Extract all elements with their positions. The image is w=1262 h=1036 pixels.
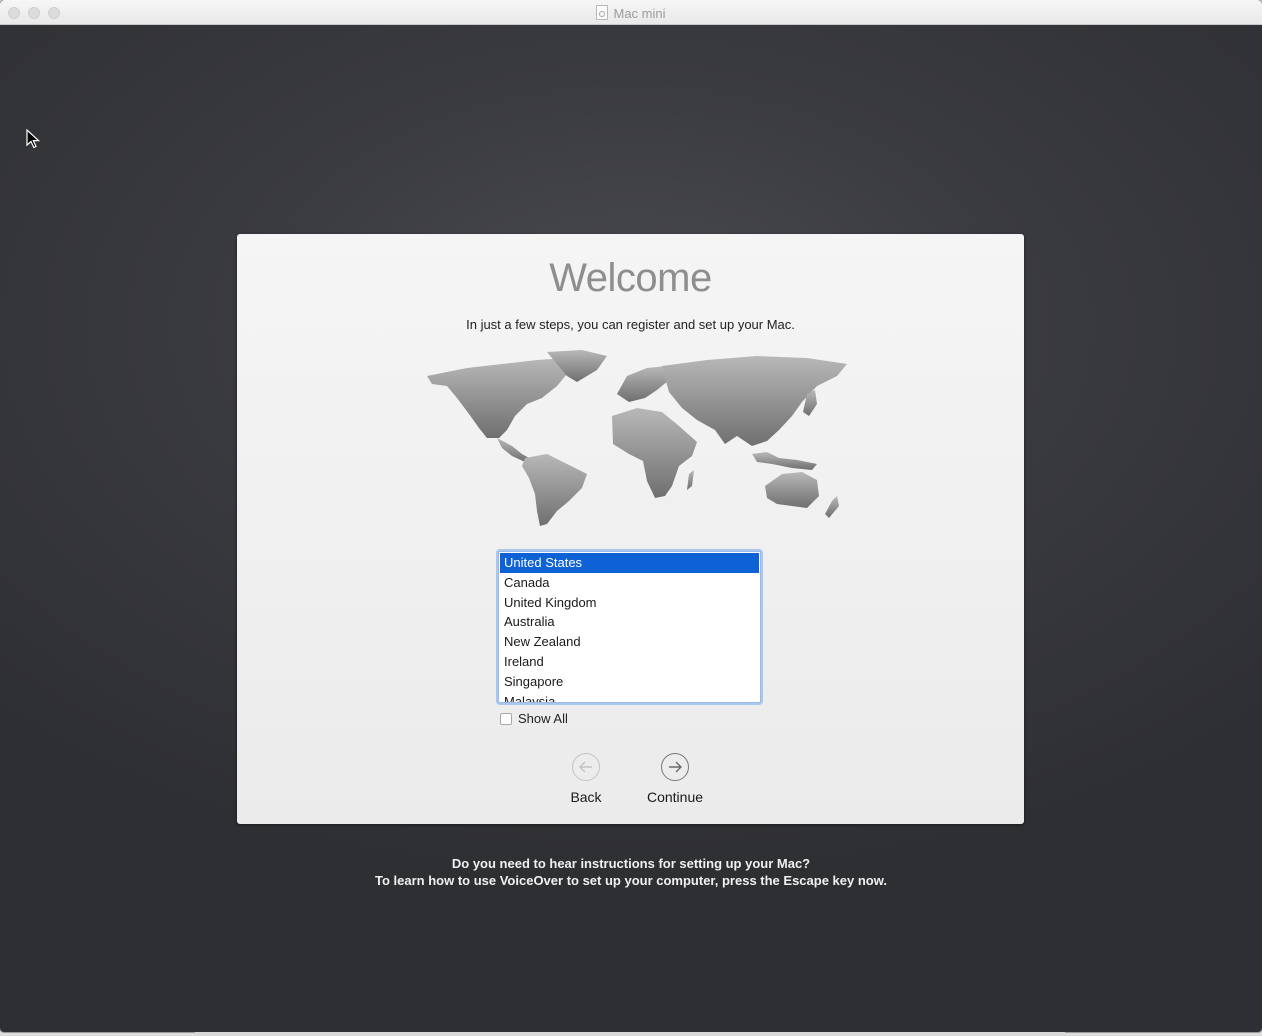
window-title-wrap: Mac mini xyxy=(0,5,1262,21)
voiceover-line-2: To learn how to use VoiceOver to set up … xyxy=(375,873,887,888)
voiceover-instructions: Do you need to hear instructions for set… xyxy=(0,855,1262,889)
map-south-america xyxy=(522,454,587,526)
country-listbox[interactable]: United States Canada United Kingdom Aust… xyxy=(498,551,761,703)
country-option[interactable]: United Kingdom xyxy=(499,593,760,613)
country-option[interactable]: Ireland xyxy=(499,652,760,672)
arrow-left-circle-icon xyxy=(572,753,600,781)
show-all-checkbox[interactable] xyxy=(500,712,512,725)
country-option[interactable]: Canada xyxy=(499,573,760,593)
welcome-subtitle: In just a few steps, you can register an… xyxy=(466,317,795,332)
document-icon xyxy=(596,5,609,20)
map-new-zealand xyxy=(825,496,839,518)
map-europe xyxy=(617,366,669,402)
show-all-label: Show All xyxy=(518,711,568,726)
back-button[interactable]: Back xyxy=(563,753,609,805)
welcome-panel: Welcome In just a few steps, you can reg… xyxy=(237,234,1024,824)
show-all-toggle[interactable]: Show All xyxy=(500,711,568,726)
window-title: Mac mini xyxy=(613,6,666,21)
arrow-right-circle-icon xyxy=(661,753,689,781)
country-option[interactable]: New Zealand xyxy=(499,632,760,652)
map-australia xyxy=(765,472,819,508)
continue-label: Continue xyxy=(646,789,704,805)
voiceover-line-1: Do you need to hear instructions for set… xyxy=(451,856,811,871)
map-asia xyxy=(662,356,847,446)
country-option-selected[interactable]: United States xyxy=(500,553,759,573)
continue-button[interactable]: Continue xyxy=(642,753,708,805)
map-indonesia xyxy=(752,452,817,470)
host-dock-edge xyxy=(195,1032,1065,1036)
map-central-america xyxy=(497,438,529,462)
country-option[interactable]: Singapore xyxy=(499,672,760,692)
country-option[interactable]: Australia xyxy=(499,612,760,632)
country-option[interactable]: Malaysia xyxy=(499,692,760,702)
mouse-pointer-icon xyxy=(26,129,40,149)
map-madagascar xyxy=(687,470,694,490)
world-map-icon xyxy=(427,350,847,526)
map-africa xyxy=(612,408,697,498)
map-north-america xyxy=(427,358,572,438)
setup-screen: Welcome In just a few steps, you can reg… xyxy=(0,25,1262,1032)
back-label: Back xyxy=(570,789,602,805)
welcome-heading: Welcome xyxy=(549,256,712,300)
vm-window: Mac mini Welcome In just a few steps, yo… xyxy=(0,0,1262,1032)
title-bar[interactable]: Mac mini xyxy=(0,0,1262,25)
